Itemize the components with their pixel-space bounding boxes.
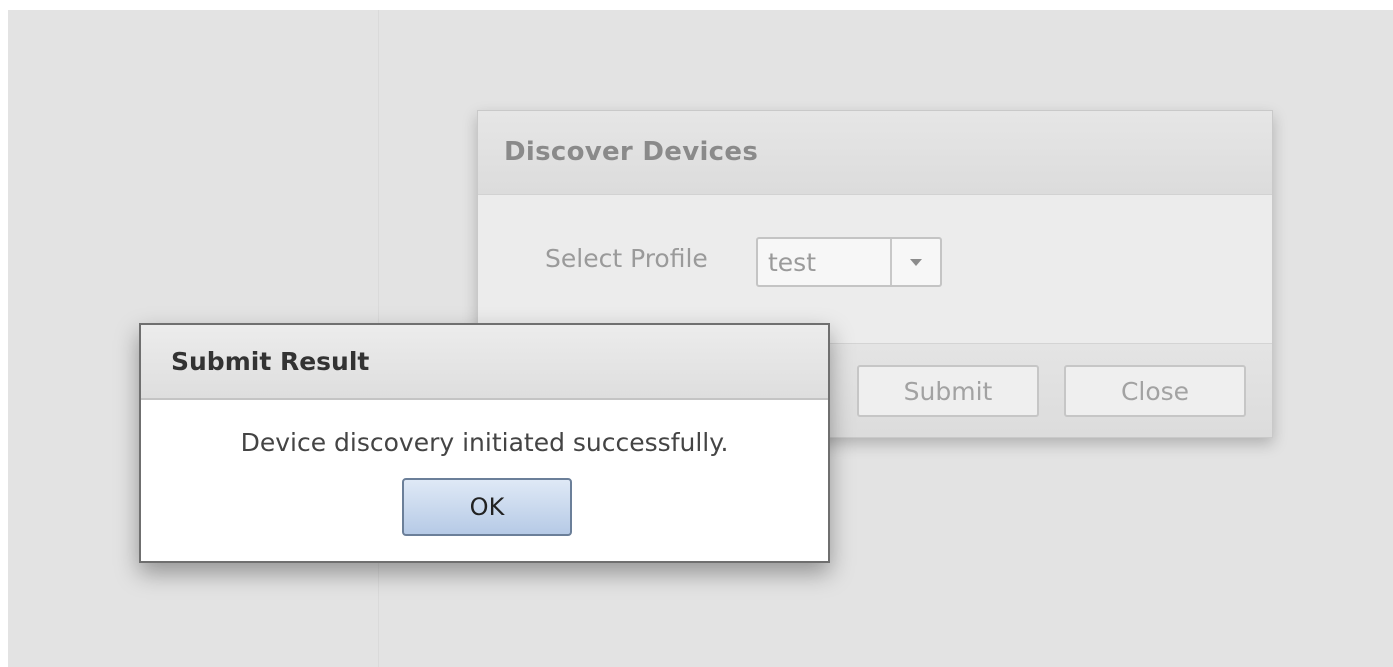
chevron-down-icon — [910, 258, 922, 266]
profile-select[interactable]: test — [756, 237, 942, 287]
select-profile-label: Select Profile — [545, 244, 708, 273]
close-button[interactable]: Close — [1064, 365, 1246, 417]
submit-button[interactable]: Submit — [857, 365, 1039, 417]
submit-result-dialog: Submit Result Device discovery initiated… — [139, 323, 830, 563]
result-message: Device discovery initiated successfully. — [240, 428, 729, 457]
ok-button[interactable]: OK — [402, 478, 572, 536]
discover-dialog-title: Discover Devices — [504, 137, 759, 167]
result-dialog-title: Submit Result — [171, 347, 370, 376]
profile-select-value: test — [768, 248, 817, 277]
profile-dropdown-button[interactable] — [890, 239, 940, 285]
discover-dialog-header: Discover Devices — [478, 111, 1272, 195]
result-dialog-header: Submit Result — [141, 325, 828, 400]
